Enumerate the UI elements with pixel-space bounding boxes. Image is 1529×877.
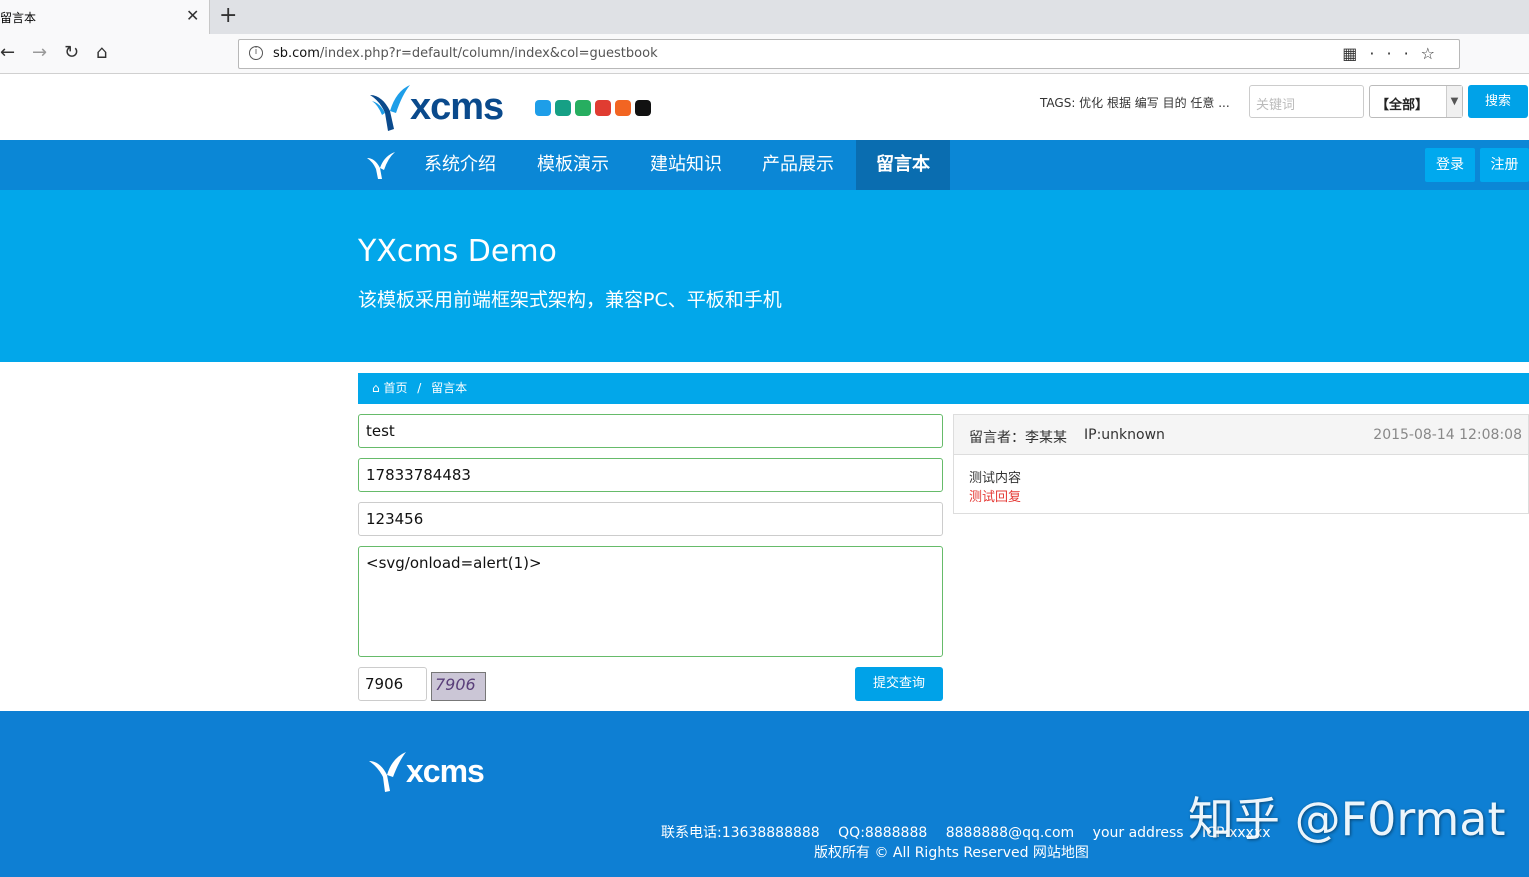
message-date: 2015-08-14 12:08:08	[1373, 427, 1522, 443]
footer-address: your address	[1092, 825, 1184, 841]
captcha-input[interactable]: 7906	[358, 667, 427, 701]
login-button[interactable]: 登录	[1425, 148, 1475, 182]
footer-logo[interactable]: xcms	[368, 749, 498, 794]
site-header: xcms TAGS: 优化 根据 编写 目的 任意 ... 关键词 【全部】 ▼…	[0, 75, 1529, 140]
content-textarea[interactable]: <svg/onload=alert(1)>	[358, 546, 943, 657]
footer-logo-y-icon	[369, 752, 406, 792]
browser-tab-bar: 留言本 ✕ +	[0, 0, 1529, 34]
nav-item-products[interactable]: 产品展示	[762, 140, 834, 190]
url-action-icons: ▦···☆	[1342, 44, 1447, 63]
home-icon: ⌂	[372, 381, 380, 395]
nav-item-intro[interactable]: 系统介绍	[424, 140, 496, 190]
nav-item-guestbook[interactable]: 留言本	[856, 140, 950, 190]
home-icon[interactable]: ⌂	[96, 42, 107, 63]
breadcrumb-separator: /	[417, 381, 422, 395]
message-reply: 测试回复	[969, 490, 1022, 505]
message-author: 留言者：李某某	[969, 430, 1067, 446]
address-bar[interactable]: i sb.com/index.php?r=default/column/inde…	[238, 39, 1460, 69]
search-button[interactable]: 搜索	[1468, 85, 1528, 118]
breadcrumb-current[interactable]: 留言本	[431, 381, 467, 395]
logo-y-icon	[370, 85, 410, 131]
name-field[interactable]: test	[358, 414, 943, 448]
footer-copyright[interactable]: 版权所有 © All Rights Reserved 网站地图	[814, 842, 1089, 862]
browser-tab[interactable]: 留言本 ✕	[0, 0, 210, 34]
more-icon[interactable]: ···	[1369, 44, 1420, 63]
chevron-down-icon: ▼	[1446, 86, 1462, 117]
breadcrumb: ⌂ 首页 / 留言本	[358, 373, 1529, 404]
watermark: 知乎 @F0rmat	[1188, 792, 1506, 846]
theme-swatch-1[interactable]	[555, 100, 571, 116]
footer-phone: 联系电话:13638888888	[661, 825, 820, 841]
theme-swatch-3[interactable]	[595, 100, 611, 116]
theme-swatch-5[interactable]	[635, 100, 651, 116]
footer-logo-text: xcms	[406, 753, 485, 789]
footer-email: 8888888@qq.com	[945, 825, 1075, 841]
theme-swatch-4[interactable]	[615, 100, 631, 116]
breadcrumb-home[interactable]: 首页	[383, 381, 407, 395]
logo-text: xcms	[410, 86, 504, 128]
message-panel: 留言者：李某某 IP:unknown 2015-08-14 12:08:08 测…	[953, 414, 1529, 514]
back-icon[interactable]: ←	[0, 42, 15, 63]
nav-item-templates[interactable]: 模板演示	[537, 140, 609, 190]
nav-item-knowledge[interactable]: 建站知识	[650, 140, 722, 190]
bookmark-star-icon[interactable]: ☆	[1421, 44, 1447, 63]
url-host: sb.com	[273, 46, 320, 61]
message-ip: IP:unknown	[1084, 427, 1165, 443]
forward-icon[interactable]: →	[32, 42, 47, 63]
qr-code-icon[interactable]: ▦	[1342, 44, 1369, 63]
captcha-image[interactable]: 7906	[431, 672, 486, 701]
message-header: 留言者：李某某 IP:unknown 2015-08-14 12:08:08	[954, 415, 1528, 455]
theme-swatch-0[interactable]	[535, 100, 551, 116]
url-path: /index.php?r=default/column/index&col=gu…	[319, 46, 658, 61]
phone-field[interactable]: 17833784483	[358, 458, 943, 492]
theme-swatch-2[interactable]	[575, 100, 591, 116]
submit-button[interactable]: 提交查询	[855, 667, 943, 701]
tags-list[interactable]: TAGS: 优化 根据 编写 目的 任意 ...	[1040, 94, 1230, 111]
search-scope-value: 【全部】	[1376, 98, 1429, 113]
hero-title: YXcms Demo	[358, 234, 557, 269]
nav-logo-icon[interactable]	[366, 150, 396, 180]
tab-title: 留言本	[0, 11, 37, 25]
reload-icon[interactable]: ↻	[64, 42, 79, 63]
hero-subtitle: 该模板采用前端框架式架构，兼容PC、平板和手机	[358, 289, 782, 311]
close-tab-icon[interactable]: ✕	[186, 6, 199, 25]
theme-swatches	[535, 100, 655, 120]
url-text: sb.com/index.php?r=default/column/index&…	[273, 46, 658, 61]
main-nav: 系统介绍 模板演示 建站知识 产品展示 留言本 登录 注册	[0, 140, 1529, 190]
search-input[interactable]: 关键词	[1249, 85, 1364, 118]
info-icon[interactable]: i	[249, 46, 263, 60]
hero-banner: YXcms Demo 该模板采用前端框架式架构，兼容PC、平板和手机	[0, 190, 1529, 362]
footer-qq: QQ:8888888	[838, 825, 928, 841]
message-content: 测试内容	[969, 471, 1022, 486]
register-button[interactable]: 注册	[1480, 148, 1529, 182]
search-scope-select[interactable]: 【全部】 ▼	[1369, 85, 1463, 118]
contact-field[interactable]: 123456	[358, 502, 943, 536]
new-tab-icon[interactable]: +	[219, 3, 237, 28]
browser-toolbar: ← → ↻ ⌂ i sb.com/index.php?r=default/col…	[0, 34, 1529, 74]
